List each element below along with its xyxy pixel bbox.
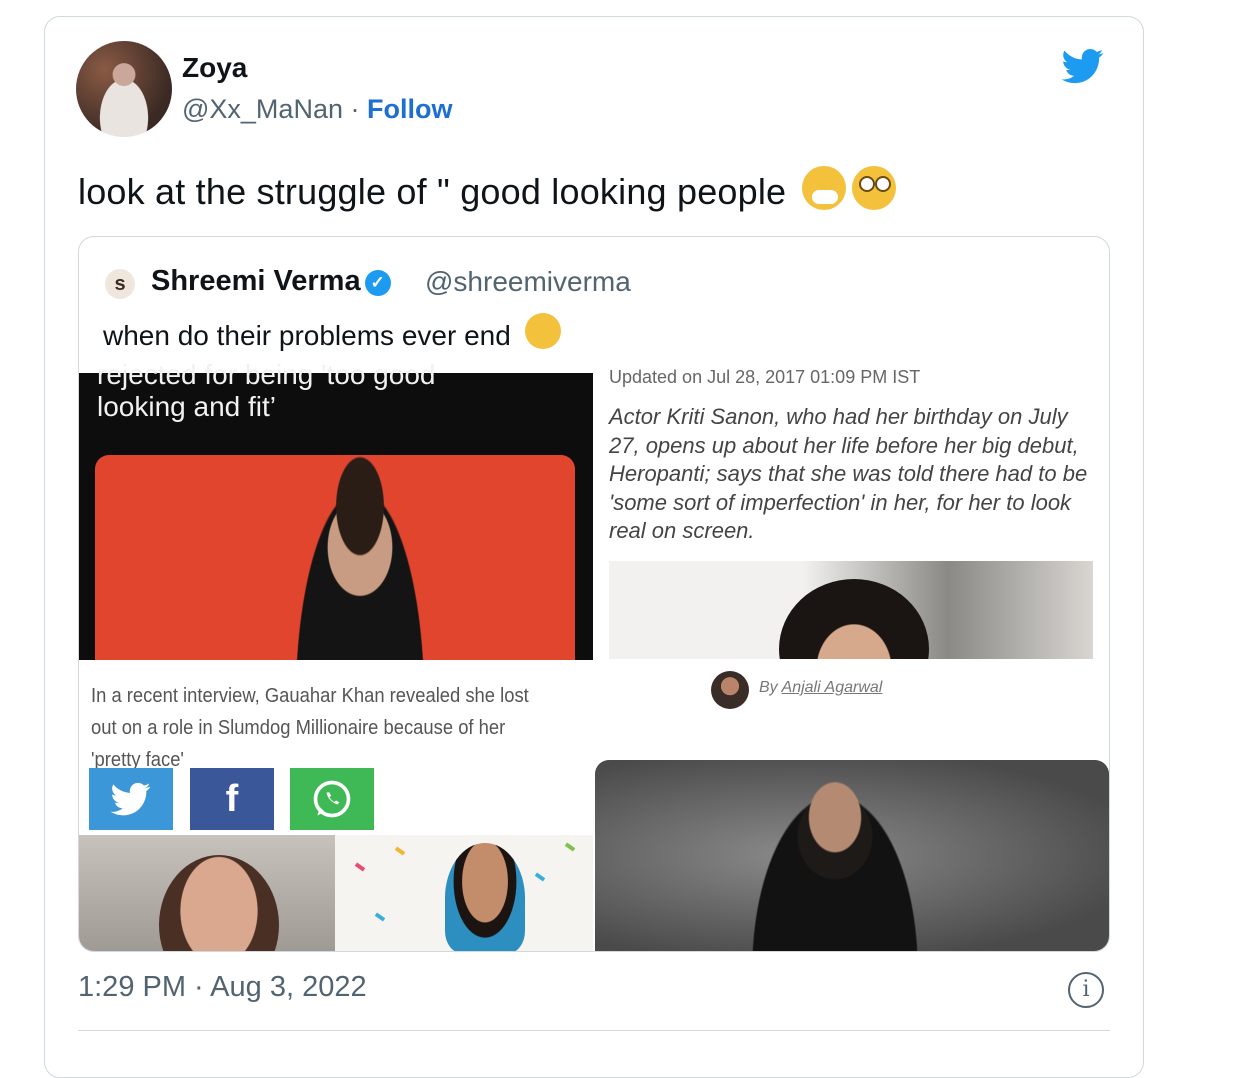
loudly-crying-face-icon <box>524 313 561 349</box>
quoted-media-collage[interactable]: rejected for being 'too good looking and… <box>79 359 1109 951</box>
actress-thumbnail <box>79 835 335 951</box>
headline-panel: rejected for being 'too good looking and… <box>79 359 593 660</box>
news-caption-text: In a recent interview, Gauahar Khan reve… <box>91 685 529 771</box>
byline-avatar <box>711 671 749 709</box>
twitter-share-icon[interactable] <box>89 768 173 830</box>
actor-portrait <box>285 455 435 660</box>
article-byline: By Anjali Agarwal <box>711 671 883 709</box>
bearded-actor-photo <box>595 760 1109 951</box>
article-photo <box>609 561 1093 659</box>
quoted-author-avatar[interactable]: s <box>105 269 135 299</box>
bearded-actor-portrait <box>735 760 935 951</box>
author-name[interactable]: Zoya <box>182 52 247 84</box>
actor-photo-red-background <box>95 455 575 660</box>
twitter-bird-icon[interactable] <box>1058 45 1108 87</box>
article-updated: Updated on Jul 28, 2017 01:09 PM IST <box>609 367 921 387</box>
news-caption: In a recent interview, Gauahar Khan reve… <box>79 660 593 771</box>
byline-author-link[interactable]: Anjali Agarwal <box>782 679 883 696</box>
quoted-tweet-text: when do their problems ever end <box>103 313 561 352</box>
tweet-timestamp[interactable]: 1:29 PM · Aug 3, 2022 <box>78 971 367 1004</box>
footer-divider <box>78 1030 1110 1031</box>
tweet-body: look at the struggle of " good looking p… <box>78 171 787 212</box>
article-summary: Actor Kriti Sanon, who had her birthday … <box>609 404 1088 543</box>
quoted-author-handle[interactable]: @shreemiverma <box>425 266 631 298</box>
sneezing-face-icon <box>802 166 847 210</box>
follow-button[interactable]: Follow <box>367 94 452 124</box>
handle-separator: · <box>342 94 367 124</box>
quoted-author-name-text: Shreemi Verma <box>151 265 361 297</box>
quoted-tweet[interactable]: s Shreemi Verma ✓ @shreemiverma when do t… <box>78 236 1110 952</box>
author-handle-line: @Xx_MaNan · Follow <box>182 94 452 125</box>
article-panel: Updated on Jul 28, 2017 01:09 PM IST Act… <box>593 367 1109 760</box>
byline-prefix: By <box>759 679 782 696</box>
author-handle[interactable]: @Xx_MaNan <box>182 94 343 124</box>
author-avatar[interactable] <box>76 41 172 137</box>
verified-badge-icon: ✓ <box>364 270 391 296</box>
face-with-rolling-eyes-icon <box>852 166 897 210</box>
info-icon[interactable]: i <box>1068 972 1104 1008</box>
tweet-text: look at the struggle of " good looking p… <box>78 166 897 213</box>
headline-cut-text: rejected for being 'too good <box>97 359 436 390</box>
quoted-author-name[interactable]: Shreemi Verma ✓ <box>151 265 391 298</box>
headline-text: looking and fit’ <box>97 391 277 422</box>
celebration-thumbnail <box>335 835 593 951</box>
whatsapp-share-icon[interactable] <box>290 768 374 830</box>
facebook-share-icon[interactable]: f <box>190 768 274 830</box>
quoted-tweet-body: when do their problems ever end <box>103 320 511 351</box>
